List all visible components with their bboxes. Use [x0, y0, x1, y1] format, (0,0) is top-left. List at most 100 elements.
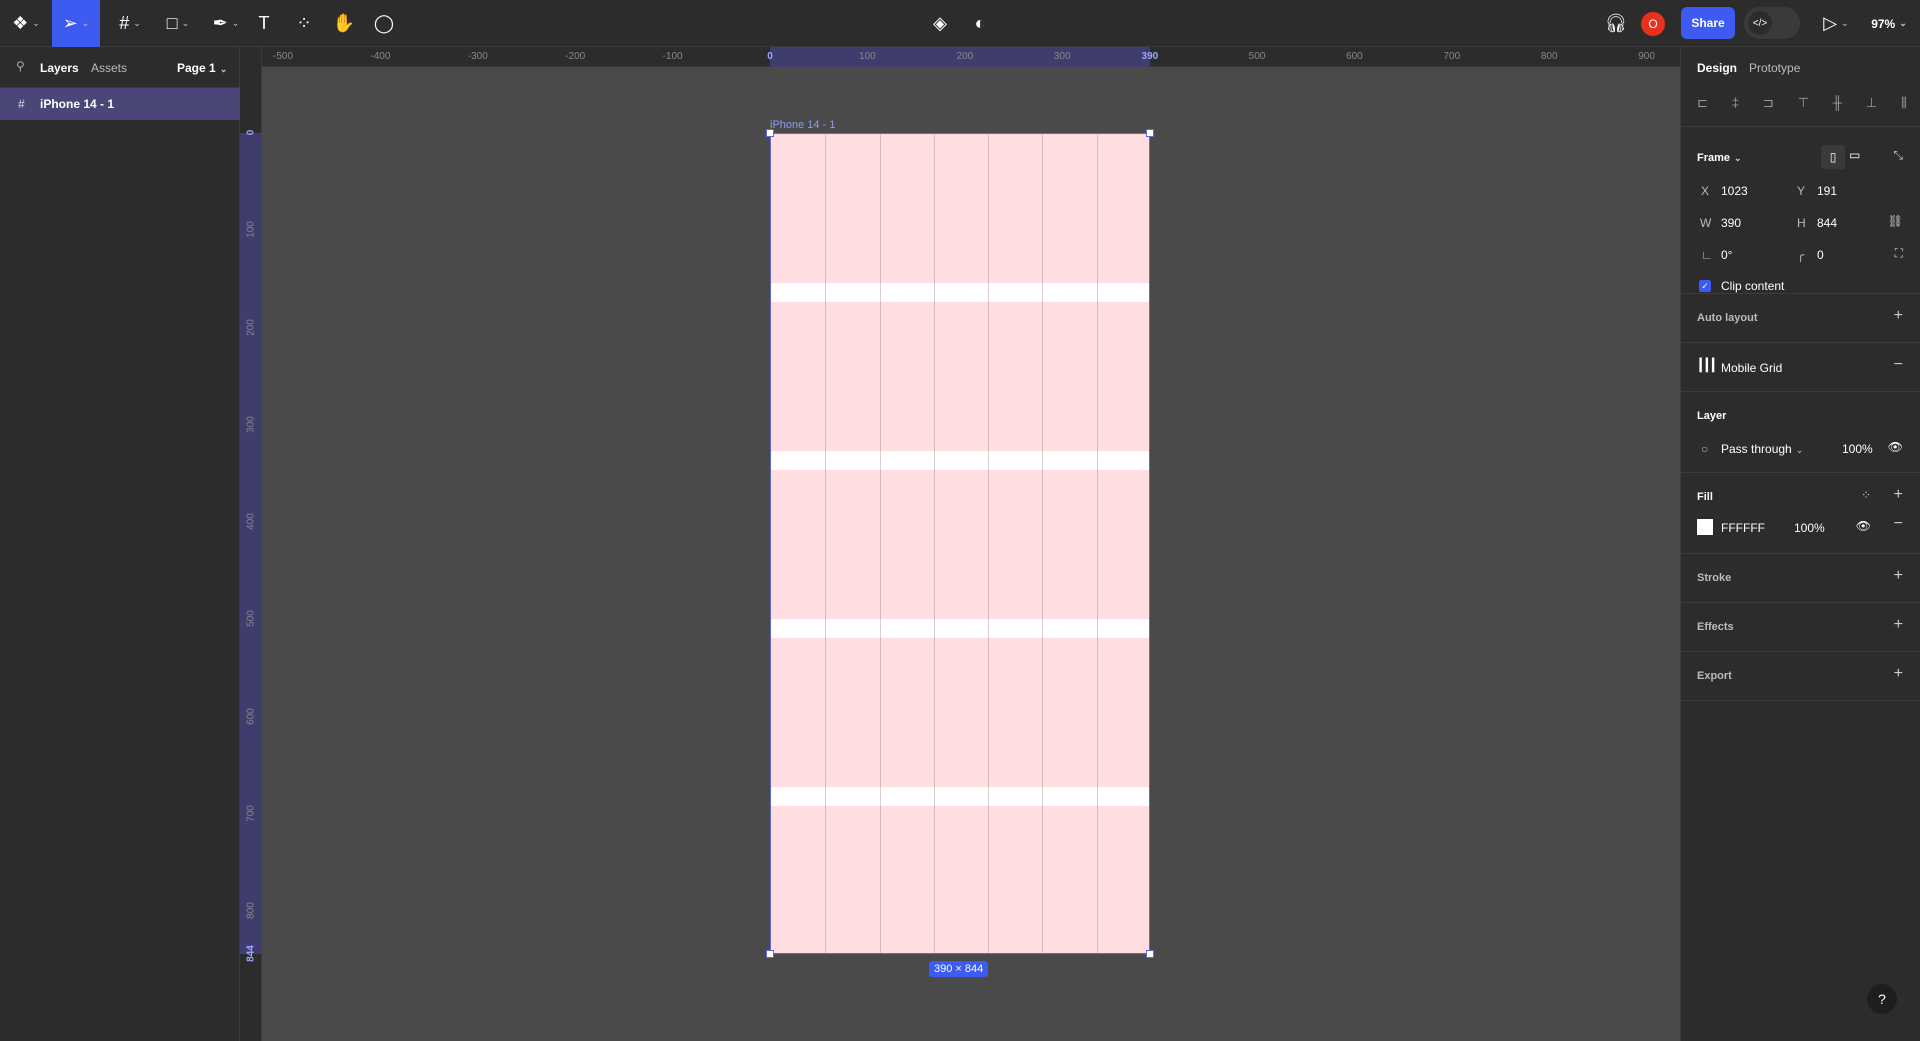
ruler-label: 600 — [1346, 51, 1363, 62]
iphone-frame[interactable] — [770, 133, 1150, 954]
independent-corners-icon[interactable]: ⛶ — [1895, 246, 1903, 261]
ruler-selection-highlight — [240, 133, 262, 954]
remove-fill-icon[interactable]: − — [1894, 515, 1903, 533]
move-tool-button[interactable]: ➢ ⌄ — [52, 0, 100, 47]
ruler-label: 300 — [245, 415, 257, 433]
ruler-label: -500 — [272, 51, 294, 62]
ruler-left: 0 100 200 300 400 500 600 700 800 844 — [240, 47, 262, 1041]
layer-opacity-field[interactable]: 100% — [1842, 442, 1873, 456]
left-panel: ⚲ Layers Assets Page 1 ⌄ # iPhone 14 - 1 — [0, 47, 240, 1041]
audio-button[interactable]: 🎧︎ — [1602, 0, 1630, 47]
avatar[interactable]: O — [1640, 0, 1666, 47]
fill-section: Fill ⁘ + FFFFFF 100% 👁︎ − — [1681, 473, 1920, 554]
right-panel: Design Prototype ⊏ ‡ ⊐ ⊤ ╫ ⊥ ⫼ Frame ⌄ ▯ ▭ ⤡ X … — [1680, 47, 1920, 1041]
hand-tool-button[interactable]: ✋ — [330, 0, 358, 47]
tab-layers[interactable]: Layers — [40, 61, 79, 75]
fill-swatch[interactable] — [1697, 519, 1713, 535]
clip-content-checkbox[interactable]: ✓ — [1699, 280, 1711, 292]
height-field[interactable]: 844 — [1817, 216, 1837, 230]
export-section: Export + — [1681, 652, 1920, 701]
fill-opacity-field[interactable]: 100% — [1794, 521, 1825, 535]
grid-column-line — [1042, 134, 1044, 953]
y-field[interactable]: 191 — [1817, 184, 1837, 198]
ruler-label: 700 — [1443, 51, 1461, 62]
grid-row — [771, 302, 1149, 451]
add-effect-icon[interactable]: + — [1894, 616, 1903, 634]
stroke-section: Stroke + — [1681, 554, 1920, 603]
ruler-label: 700 — [245, 805, 257, 822]
component-button[interactable]: ◈ — [926, 0, 954, 47]
help-button[interactable]: ? — [1867, 984, 1897, 1014]
comment-icon: ◯ — [373, 13, 395, 33]
add-export-icon[interactable]: + — [1894, 665, 1903, 683]
resize-to-fit-icon[interactable]: ⤡ — [1893, 148, 1903, 163]
ruler-label: 400 — [245, 513, 257, 530]
styles-icon[interactable]: ⁘ — [1861, 488, 1871, 502]
tab-assets[interactable]: Assets — [91, 61, 127, 75]
play-icon: ▷ — [1823, 13, 1838, 33]
frame-dropdown[interactable]: Frame ⌄ — [1697, 152, 1742, 164]
shape-tool-button[interactable]: □ ⌄ — [156, 0, 200, 47]
column-grid-icon[interactable]: ┃┃┃ — [1697, 358, 1717, 372]
pen-tool-icon: ✒ — [212, 13, 228, 33]
ruler-label: 390 — [1141, 51, 1159, 62]
ruler-label: 200 — [245, 318, 257, 336]
ruler-label: 800 — [1540, 51, 1558, 62]
ruler-label: 844 — [245, 945, 257, 962]
constrain-proportions-icon[interactable]: ⛓ — [1888, 214, 1903, 228]
contrast-icon: ◐ — [974, 13, 986, 33]
zoom-dropdown[interactable]: 97% ⌄ — [1864, 0, 1914, 47]
eye-icon[interactable]: 👁︎ — [1856, 519, 1871, 533]
present-button[interactable]: ▷ ⌄ — [1818, 0, 1854, 47]
headphones-icon: 🎧︎ — [1604, 13, 1628, 33]
add-auto-layout-icon[interactable]: + — [1894, 307, 1903, 325]
grid-name[interactable]: Mobile Grid — [1721, 361, 1782, 375]
effects-section: Effects + — [1681, 603, 1920, 652]
radius-field[interactable]: 0 — [1817, 248, 1824, 262]
contrast-button[interactable]: ◐ — [966, 0, 994, 47]
rotation-field[interactable]: 0° — [1721, 248, 1732, 262]
blend-mode-dropdown[interactable]: Pass through ⌄ — [1721, 442, 1803, 456]
width-field[interactable]: 390 — [1721, 216, 1741, 230]
frame-icon: # — [18, 97, 25, 111]
frame-label[interactable]: iPhone 14 - 1 — [770, 119, 835, 131]
main-menu-button[interactable]: ❖ ⌄ — [0, 0, 52, 47]
layer-item[interactable]: # iPhone 14 - 1 — [0, 88, 240, 120]
toolbar: ❖ ⌄ ➢ ⌄ # ⌄ □ ⌄ ✒ ⌄ T ⁘ ✋ ◯ ◈ ◐ 🎧︎ O Share </… — [0, 0, 1920, 47]
page-selector[interactable]: Page 1 ⌄ — [177, 61, 227, 75]
ruler-label: -300 — [467, 51, 488, 62]
resize-handle[interactable] — [1146, 950, 1154, 958]
rectangle-tool-icon: □ — [166, 13, 178, 33]
resize-handle[interactable] — [766, 129, 774, 137]
resize-handle[interactable] — [766, 950, 774, 958]
remove-grid-icon[interactable]: − — [1894, 356, 1903, 374]
hand-tool-icon: ✋ — [332, 13, 356, 33]
grid-column-line — [879, 134, 881, 953]
frame-tool-button[interactable]: # ⌄ — [108, 0, 152, 47]
corner-radius-icon: ╭ — [1797, 248, 1805, 262]
fill-hex-field[interactable]: FFFFFF — [1721, 521, 1765, 535]
grid-row — [771, 638, 1149, 787]
add-stroke-icon[interactable]: + — [1894, 567, 1903, 585]
landscape-icon[interactable]: ▭ — [1849, 148, 1860, 162]
share-button[interactable]: Share — [1681, 7, 1735, 39]
ruler-label: 200 — [956, 51, 974, 62]
portrait-icon[interactable]: ▯ — [1821, 145, 1845, 169]
component-icon: ◈ — [933, 13, 947, 33]
comment-button[interactable]: ◯ — [370, 0, 398, 47]
frame-tool-icon: # — [119, 13, 130, 33]
ruler-label: 500 — [245, 610, 257, 628]
ruler-label: 300 — [1053, 51, 1071, 62]
dev-mode-toggle[interactable]: </> — [1744, 7, 1800, 39]
ruler-label: -200 — [565, 51, 586, 62]
x-field[interactable]: 1023 — [1721, 184, 1748, 198]
figma-menu-icon: ❖ — [12, 13, 29, 33]
search-icon[interactable]: ⚲ — [16, 59, 25, 73]
add-fill-icon[interactable]: + — [1894, 486, 1903, 504]
eye-icon[interactable]: 👁︎ — [1888, 440, 1903, 454]
resources-button[interactable]: ⁘ — [290, 0, 318, 47]
text-tool-button[interactable]: T — [250, 0, 278, 47]
resize-handle[interactable] — [1146, 129, 1154, 137]
move-tool-icon: ➢ — [62, 13, 78, 33]
pen-tool-button[interactable]: ✒ ⌄ — [204, 0, 248, 47]
